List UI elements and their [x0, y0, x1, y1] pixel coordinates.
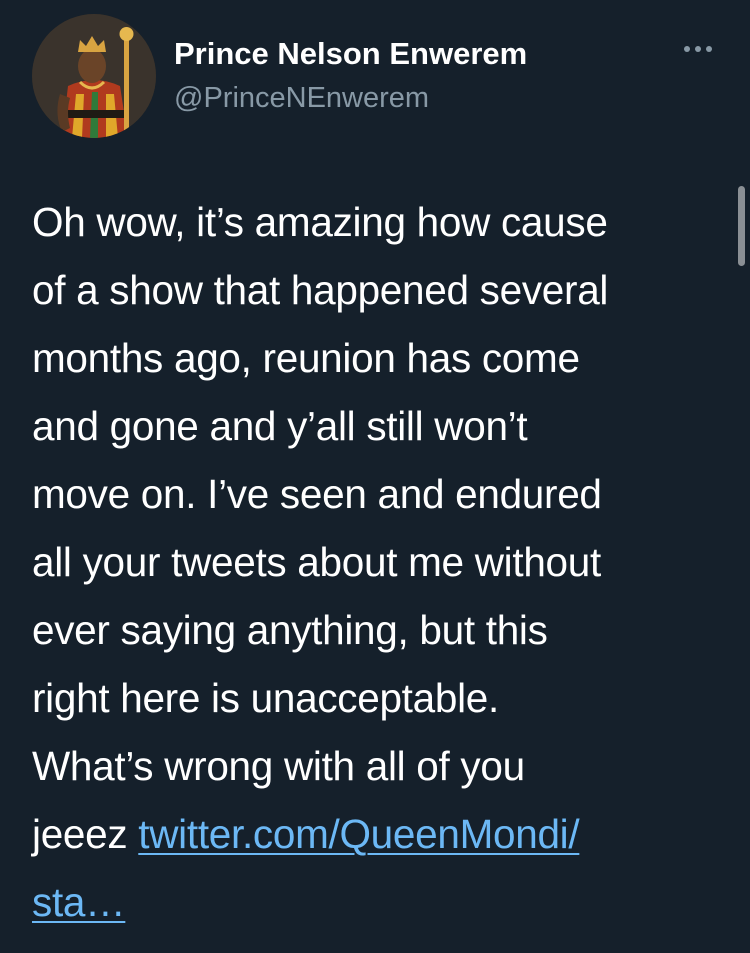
tweet-text-line: Oh wow, it’s amazing how cause: [32, 199, 608, 245]
tweet-text-line: ever saying anything, but this: [32, 607, 548, 653]
tweet-text-line: What’s wrong with all of you: [32, 743, 525, 789]
tweet-text-line: jeeez twitter.com/QueenMondi/: [32, 800, 732, 868]
profile-photo-icon: [32, 14, 156, 138]
tweet-text-line: all your tweets about me without: [32, 539, 601, 585]
author-display-name[interactable]: Prince Nelson Enwerem: [174, 36, 527, 72]
avatar[interactable]: [32, 14, 156, 138]
tweet-text-line: months ago, reunion has come: [32, 335, 580, 381]
author-handle[interactable]: @PrinceNEnwerem: [174, 82, 429, 115]
tweet-text-line: sta…: [32, 868, 732, 936]
scrollbar[interactable]: [738, 186, 745, 266]
tweet-link[interactable]: twitter.com/QueenMondi/: [138, 811, 579, 857]
tweet-text-line: move on. I’ve seen and endured: [32, 471, 602, 517]
tweet-link-continued[interactable]: sta…: [32, 879, 126, 925]
tweet-text-line: and gone and y’all still won’t: [32, 403, 528, 449]
tweet-card: Prince Nelson Enwerem @PrinceNEnwerem Oh…: [0, 0, 750, 953]
more-horizontal-icon: [695, 46, 701, 52]
more-horizontal-icon: [684, 46, 690, 52]
more-horizontal-icon: [706, 46, 712, 52]
tweet-text-line: right here is unacceptable.: [32, 675, 499, 721]
tweet-text: Oh wow, it’s amazing how cause of a show…: [32, 188, 732, 936]
tweet-text-prefix: jeeez: [32, 811, 139, 857]
tweet-text-line: of a show that happened several: [32, 267, 609, 313]
more-options-button[interactable]: [676, 34, 720, 64]
